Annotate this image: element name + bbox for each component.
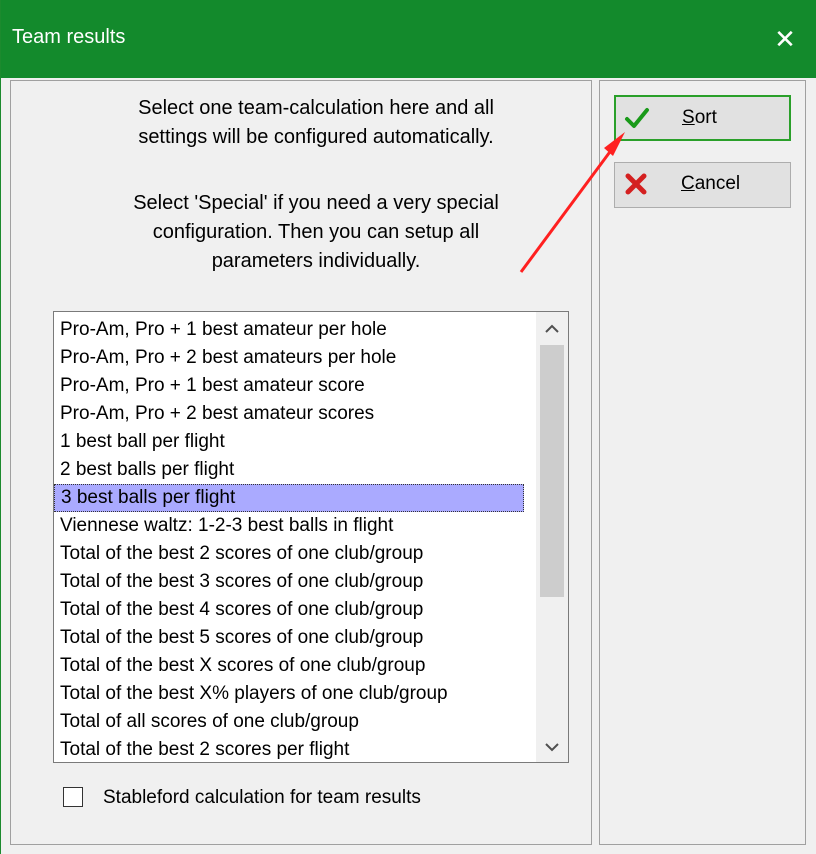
title-bar[interactable]: Team results ✕ xyxy=(1,0,816,78)
sort-button-label: Sort xyxy=(682,107,717,128)
close-icon[interactable]: ✕ xyxy=(753,0,816,78)
instruction-line: configuration. Then you can setup all xyxy=(152,221,480,243)
instruction-line: Select one team-calculation here and all xyxy=(138,97,494,119)
list-item[interactable]: Total of the best 4 scores of one club/g… xyxy=(54,596,524,624)
list-item[interactable]: 1 best ball per flight xyxy=(54,428,524,456)
cancel-button[interactable]: Cancel xyxy=(614,162,791,208)
stableford-checkbox[interactable] xyxy=(63,787,83,807)
team-results-dialog: Team results ✕ Select one team-calculati… xyxy=(0,0,816,854)
instructions-text: Select one team-calculation here and all… xyxy=(51,94,581,152)
stableford-label: Stableford calculation for team results xyxy=(103,787,421,808)
list-item[interactable]: Pro-Am, Pro + 1 best amateur score xyxy=(54,372,524,400)
vertical-scrollbar[interactable] xyxy=(536,312,568,762)
list-item[interactable]: Pro-Am, Pro + 2 best amateurs per hole xyxy=(54,344,524,372)
checkmark-icon xyxy=(625,108,649,128)
list-item[interactable]: Total of the best 5 scores of one club/g… xyxy=(54,624,524,652)
red-x-icon xyxy=(625,173,647,195)
instruction-line: parameters individually. xyxy=(211,250,421,272)
chevron-up-icon[interactable] xyxy=(536,312,568,344)
list-item[interactable]: 3 best balls per flight xyxy=(54,484,524,512)
list-item[interactable]: Pro-Am, Pro + 1 best amateur per hole xyxy=(54,316,524,344)
team-calculation-list[interactable]: Pro-Am, Pro + 1 best amateur per hole Pro… xyxy=(53,311,569,763)
list-item[interactable]: Total of the best 3 scores of one club/g… xyxy=(54,568,524,596)
list-item[interactable]: Total of the best X scores of one club/g… xyxy=(54,652,524,680)
list-item[interactable]: Total of all scores of one club/group xyxy=(54,708,524,736)
instruction-line: Select 'Special' if you need a very spec… xyxy=(133,192,499,214)
list-item[interactable]: Total of the best X% players of one club… xyxy=(54,680,524,708)
calculation-panel: Select one team-calculation here and all… xyxy=(10,80,592,845)
list-item[interactable]: 2 best balls per flight xyxy=(54,456,524,484)
list-item[interactable]: Total of the best 2 scores of one club/g… xyxy=(54,540,524,568)
scrollbar-thumb[interactable] xyxy=(540,345,564,597)
sort-button[interactable]: Sort xyxy=(614,95,791,141)
list-item[interactable]: Total of the best 2 scores per flight xyxy=(54,736,524,762)
special-instructions-text: Select 'Special' if you need a very spec… xyxy=(51,189,581,276)
list-item[interactable]: Pro-Am, Pro + 2 best amateur scores xyxy=(54,400,524,428)
window-title: Team results xyxy=(12,26,126,48)
cancel-button-label: Cancel xyxy=(681,173,741,194)
list-items: Pro-Am, Pro + 1 best amateur per hole Pro… xyxy=(54,316,524,762)
chevron-down-icon[interactable] xyxy=(536,730,568,762)
instruction-line: settings will be configured automaticall… xyxy=(138,126,494,148)
list-item[interactable]: Viennese waltz: 1-2-3 best balls in flig… xyxy=(54,512,524,540)
